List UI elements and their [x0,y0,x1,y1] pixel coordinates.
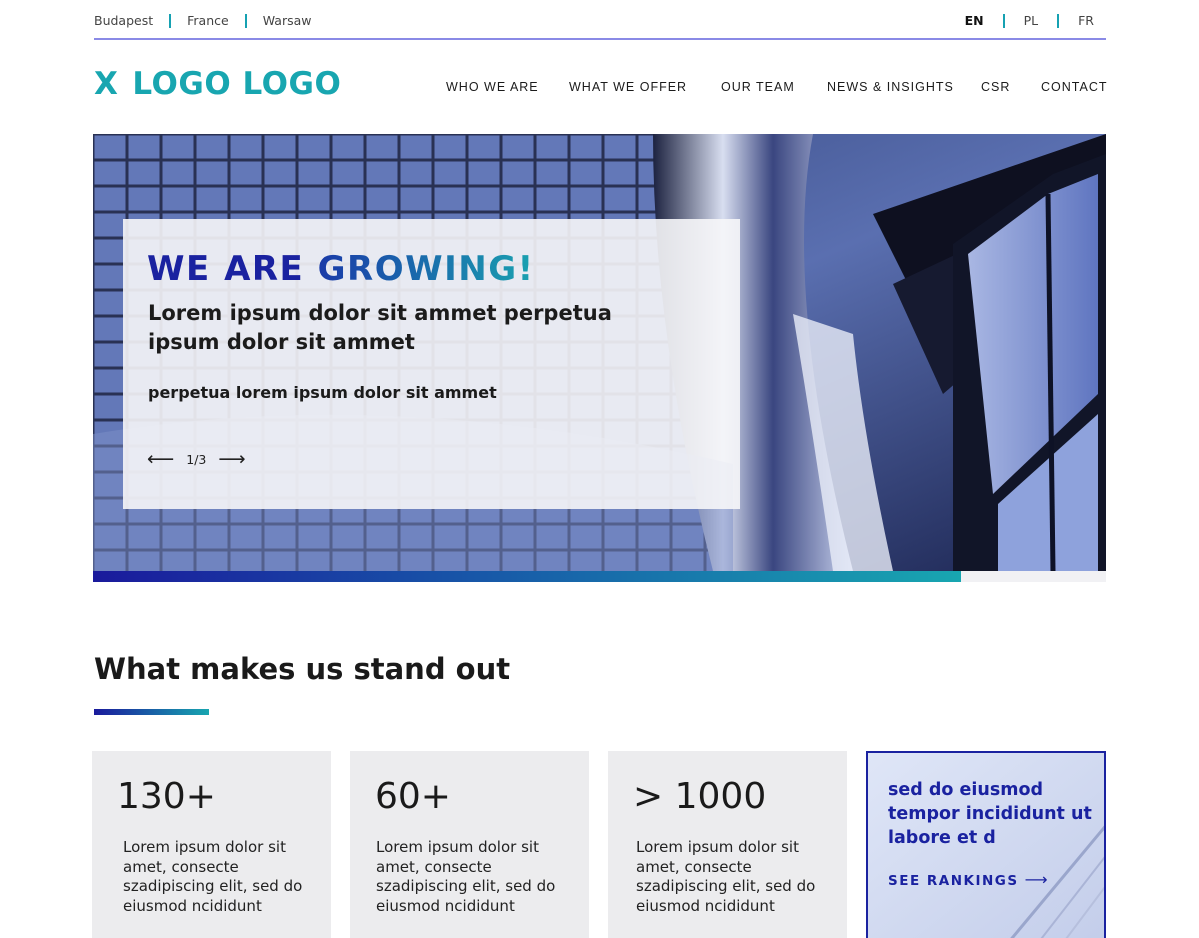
rankings-text: sed do eiusmod tempor incididunt ut labo… [888,780,1092,848]
arrow-right-icon: ⟶ [1024,870,1050,889]
slider-pager: ⟵ 1/3 ⟶ [147,450,246,469]
divider [169,13,172,28]
language-en[interactable]: EN [965,13,984,28]
stat-description: Lorem ipsum dolor sit amet, consecte sza… [376,838,556,915]
nav-our-team[interactable]: OUR TEAM [721,80,795,94]
stat-value: > 1000 [633,776,767,817]
hero-subtitle: Lorem ipsum dolor sit ammet perpetua ips… [148,301,612,354]
arrow-left-icon[interactable]: ⟵ [147,450,174,469]
slider-progress-bar [93,571,1106,582]
nav-who-we-are[interactable]: WHO WE ARE [446,80,539,94]
section-title: What makes us stand out [94,652,511,686]
see-rankings-label: SEE RANKINGS [888,873,1019,889]
hero-card: WE ARE GROWING! Lorem ipsum dolor sit am… [123,219,740,509]
city-links: Budapest France Warsaw [94,13,311,28]
slider-progress-fill [93,571,962,582]
nav-csr[interactable]: CSR [981,80,1010,94]
stat-description: Lorem ipsum dolor sit amet, consecte sza… [636,838,816,915]
city-link-warsaw[interactable]: Warsaw [263,13,312,28]
stat-card: > 1000 Lorem ipsum dolor sit amet, conse… [608,751,847,938]
rankings-card[interactable]: sed do eiusmod tempor incididunt ut labo… [866,751,1106,938]
stat-card: 130+ Lorem ipsum dolor sit amet, consect… [92,751,331,938]
section-title-underline [94,709,209,715]
nav-news-insights[interactable]: NEWS & INSIGHTS [827,80,954,94]
nav-contact[interactable]: CONTACT [1041,80,1108,94]
stat-description: Lorem ipsum dolor sit amet, consecte sza… [123,838,303,915]
hero-title-part1: WE ARE [147,249,305,289]
hero-title: WE ARE GROWING! [147,249,535,289]
language-pl[interactable]: PL [1024,13,1039,28]
main-nav: WHO WE ARE WHAT WE OFFER OUR TEAM NEWS &… [0,80,1199,96]
see-rankings-link[interactable]: SEE RANKINGS ⟶ [888,870,1049,889]
nav-what-we-offer[interactable]: WHAT WE OFFER [569,80,687,94]
divider [1057,13,1060,28]
stat-value: 130+ [117,776,216,817]
hero-slider: WE ARE GROWING! Lorem ipsum dolor sit am… [93,134,1106,582]
slide-counter: 1/3 [186,451,207,467]
hero-title-part2: GROWING! [317,249,535,289]
language-switcher: EN PL FR [965,13,1094,28]
top-bar: Budapest France Warsaw EN PL FR [94,0,1106,40]
stat-value: 60+ [375,776,451,817]
hero-text: perpetua lorem ipsum dolor sit ammet [148,383,497,402]
city-link-budapest[interactable]: Budapest [94,13,153,28]
city-link-france[interactable]: France [187,13,229,28]
language-fr[interactable]: FR [1078,13,1094,28]
divider [244,13,247,28]
arrow-right-icon[interactable]: ⟶ [218,450,245,469]
divider [1002,13,1005,28]
stat-card: 60+ Lorem ipsum dolor sit amet, consecte… [350,751,589,938]
